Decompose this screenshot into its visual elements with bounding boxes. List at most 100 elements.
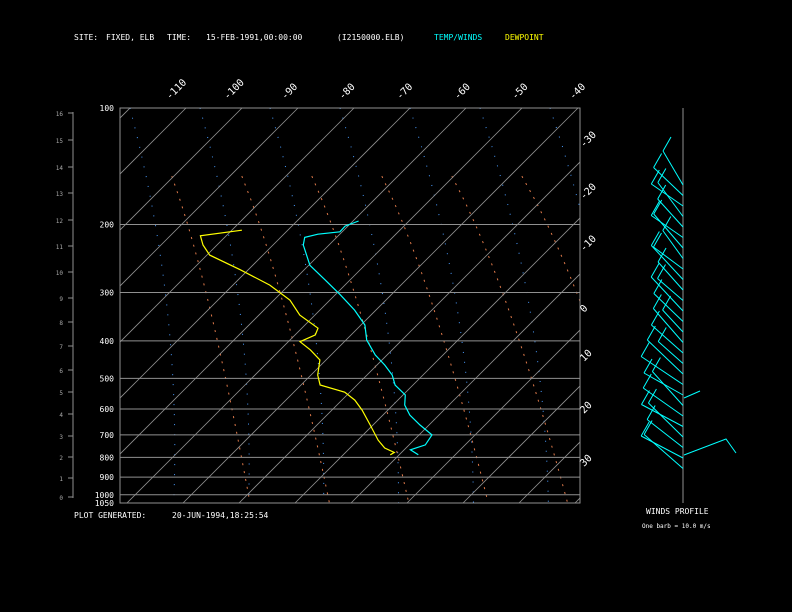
wind-barb-flag: [643, 420, 653, 435]
height-tick-label: 2: [59, 455, 63, 462]
isotherm-line: [120, 108, 131, 119]
isotherm-line: [294, 217, 580, 503]
isotherm-line: [350, 273, 580, 503]
moist-adiabat-line: [60, 108, 101, 503]
height-tick-label: 12: [56, 218, 64, 225]
wind-barb-shaft: [640, 435, 684, 459]
plot-area: [0, 108, 698, 503]
temp-tick-label-right: 10: [578, 348, 594, 364]
wind-barb-flag: [640, 342, 650, 357]
wind-barb-shaft: [657, 341, 684, 364]
temp-tick-label-top: -40: [568, 82, 589, 103]
pressure-tick-label: 500: [100, 374, 115, 383]
isotherm-line: [120, 108, 355, 343]
temp-tick-label-right: -20: [578, 182, 599, 203]
temp-tick-label-right: -10: [578, 234, 599, 255]
height-tick-label: 3: [59, 434, 63, 441]
wind-barb-flag: [653, 199, 663, 215]
moist-adiabat-line: [620, 108, 698, 503]
height-tick-label: 0: [59, 495, 63, 502]
height-tick-label: 5: [59, 390, 63, 397]
wind-barb-shaft: [643, 434, 684, 469]
height-tick-label: 7: [59, 344, 63, 351]
dry-adiabat-line: [311, 175, 410, 503]
footer-generated-label: PLOT GENERATED:: [74, 511, 147, 520]
dry-adiabat-line: [381, 175, 489, 503]
isotherm-line: [238, 161, 580, 503]
height-tick-label: 1: [59, 476, 63, 483]
wind-barb-flag: [650, 310, 660, 326]
isotherm-line: [120, 108, 299, 287]
temp-tick-label-top: -100: [222, 77, 247, 102]
pressure-tick-label: 1050: [95, 499, 114, 508]
isotherm-line: [0, 108, 18, 503]
moist-adiabat-line: [479, 108, 549, 503]
wind-barb-shaft: [646, 339, 684, 375]
isotherm-line: [120, 108, 467, 455]
wind-barb-shaft: [683, 390, 701, 399]
height-tick-label: 9: [59, 296, 63, 303]
wind-barb-flag: [650, 262, 660, 278]
moist-adiabat-line: [269, 108, 325, 503]
height-tick-label: 13: [56, 191, 64, 198]
temp-tick-label-right: -30: [578, 130, 599, 151]
footer-generated-value: 20-JUN-1994,18:25:54: [172, 511, 269, 520]
temp-tick-label-top: -50: [510, 82, 531, 103]
temp-tick-label-top: -90: [280, 82, 301, 103]
dry-adiabat-line: [241, 175, 330, 503]
wind-barb-flag: [640, 421, 650, 437]
wind-barb-flag: [662, 136, 672, 152]
isotherm-line: [406, 329, 580, 503]
temp-tick-label-right: 20: [578, 400, 594, 416]
wind-barb-flag: [646, 325, 656, 341]
winds-barb-note: One barb = 10.0 m/s: [642, 523, 711, 530]
height-tick-label: 4: [59, 412, 63, 419]
height-tick-label: 11: [56, 244, 64, 251]
wind-barb-shaft: [650, 215, 684, 238]
dry-adiabat-line: [451, 175, 569, 503]
winds-profile-title: WINDS PROFILE: [646, 507, 709, 516]
wind-barb-flag: [657, 327, 667, 342]
isotherm-line: [120, 108, 187, 175]
isotherm-line: [126, 108, 523, 503]
moist-adiabat-line: [339, 108, 400, 503]
pressure-tick-label: 300: [100, 289, 115, 298]
dewpoint-trace: [199, 229, 396, 456]
pressure-tick-label: 700: [100, 431, 115, 440]
pressure-tick-label: 200: [100, 220, 115, 229]
wind-barb-shaft: [653, 293, 684, 322]
pressure-tick-label: 400: [100, 337, 115, 346]
height-tick-label: 14: [56, 165, 64, 172]
wind-barb-shaft: [641, 404, 684, 427]
wind-barb-flag: [653, 153, 663, 168]
temp-tick-label-top: -80: [337, 82, 358, 103]
wind-barb-flag: [642, 373, 652, 389]
isotherm-line: [462, 385, 580, 503]
pressure-tick-label: 100: [100, 104, 115, 113]
height-tick-label: 8: [59, 320, 63, 327]
height-tick-label: 15: [56, 138, 64, 145]
wind-barb-flag: [650, 201, 660, 216]
wind-barb-shaft: [683, 438, 737, 456]
temp-tick-label-top: -60: [452, 82, 473, 103]
pressure-tick-label: 800: [100, 453, 115, 462]
temp-tick-label-right: 30: [578, 453, 594, 469]
wind-barb-shaft: [653, 213, 684, 249]
pressure-tick-label: 600: [100, 405, 115, 414]
wind-barbs: [640, 136, 737, 469]
wind-barb-shaft: [652, 371, 684, 406]
skew-t-chart: 10020030040050060070080090010001050-110-…: [0, 77, 737, 508]
wind-barb-shaft: [650, 245, 684, 280]
height-tick-label: 16: [56, 111, 64, 118]
isotherm-line: [120, 108, 243, 231]
moist-adiabat-line: [409, 108, 474, 503]
moist-adiabat-line: [549, 108, 580, 211]
temp-tick-label-top: -110: [164, 77, 189, 102]
pressure-tick-label: 900: [100, 473, 115, 482]
temp-tick-label-top: -70: [395, 82, 416, 103]
dry-adiabat-line: [171, 175, 251, 503]
moist-adiabat-line: [129, 108, 176, 503]
height-tick-label: 6: [59, 368, 63, 375]
wind-barb-shaft: [657, 182, 684, 217]
height-tick-label: 10: [56, 270, 64, 277]
